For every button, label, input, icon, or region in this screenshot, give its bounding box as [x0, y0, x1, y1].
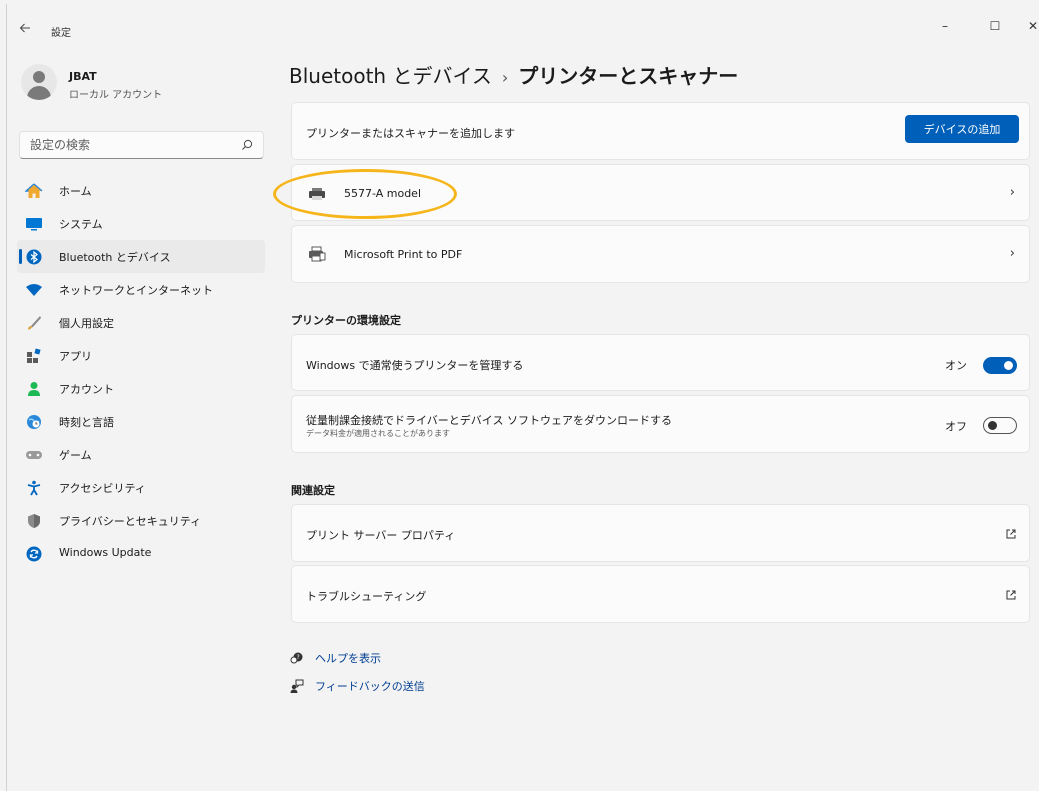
apps-icon [25, 347, 43, 365]
arrow-left-icon [19, 23, 30, 33]
device-name: Microsoft Print to PDF [344, 248, 463, 261]
breadcrumb-parent[interactable]: Bluetooth とデバイス [289, 64, 492, 88]
close-button[interactable]: ✕ [1021, 16, 1039, 36]
section-title-printer-settings: プリンターの環境設定 [291, 314, 401, 327]
controller-icon [25, 446, 43, 464]
app-title: 設定 [51, 28, 71, 39]
sidebar-item-label: 時刻と言語 [59, 416, 114, 429]
maximize-button[interactable]: ☐ [983, 16, 1007, 36]
sidebar-item-windows-update[interactable]: Windows Update [17, 537, 265, 570]
external-link-icon [1006, 529, 1016, 539]
setting-label: 従量制課金接続でドライバーとデバイス ソフトウェアをダウンロードする [306, 414, 672, 427]
search-input[interactable] [30, 138, 230, 152]
accessibility-icon [25, 479, 43, 497]
title-bar: 設定 – ☐ ✕ [7, 4, 1039, 44]
sidebar-nav: ホーム システム Bluetooth とデバイス ネットワークとインターネット [17, 174, 265, 570]
wifi-icon [25, 281, 43, 299]
help-link[interactable]: ? ヘルプを表示 [289, 650, 381, 666]
search-icon [242, 139, 253, 150]
sidebar-item-label: プライバシーとセキュリティ [59, 515, 202, 528]
related-item-troubleshooting[interactable]: トラブルシューティング [291, 565, 1030, 623]
system-icon [25, 215, 43, 233]
sidebar-item-apps[interactable]: アプリ [17, 339, 265, 372]
svg-text:?: ? [297, 654, 300, 661]
sidebar-item-label: システム [59, 218, 103, 231]
chevron-right-icon: › [1009, 246, 1015, 261]
avatar [21, 64, 57, 100]
related-label: トラブルシューティング [306, 590, 427, 603]
shield-icon [25, 512, 43, 530]
metered-download-toggle[interactable] [983, 417, 1017, 434]
sidebar-item-gaming[interactable]: ゲーム [17, 438, 265, 471]
home-icon [25, 182, 43, 200]
sidebar-item-label: アプリ [59, 350, 92, 363]
setting-description: データ料金が適用されることがあります [306, 429, 450, 438]
default-printer-toggle[interactable] [983, 357, 1017, 374]
feedback-link[interactable]: フィードバックの送信 [289, 678, 425, 694]
sidebar-item-personalization[interactable]: 個人用設定 [17, 306, 265, 339]
sidebar-item-system[interactable]: システム [17, 207, 265, 240]
sidebar-item-accessibility[interactable]: アクセシビリティ [17, 471, 265, 504]
help-link-label: ヘルプを表示 [315, 652, 381, 665]
add-printer-label: プリンターまたはスキャナーを追加します [306, 127, 515, 140]
add-printer-card: プリンターまたはスキャナーを追加します デバイスの追加 [291, 102, 1030, 160]
sidebar-item-accounts[interactable]: アカウント [17, 372, 265, 405]
breadcrumb: Bluetooth とデバイス › プリンターとスキャナー [289, 60, 738, 89]
sidebar-item-privacy[interactable]: プライバシーとセキュリティ [17, 504, 265, 537]
profile-account-type: ローカル アカウント [69, 90, 163, 101]
setting-label: Windows で通常使うプリンターを管理する [306, 359, 524, 372]
toggle-state-label: オン [945, 359, 967, 372]
sidebar-item-time-language[interactable]: 時刻と言語 [17, 405, 265, 438]
highlight-annotation [273, 169, 457, 219]
active-indicator [19, 249, 22, 264]
help-icon: ? [289, 651, 305, 665]
sidebar-item-network[interactable]: ネットワークとインターネット [17, 273, 265, 306]
feedback-icon [289, 679, 305, 693]
sidebar-item-label: ゲーム [59, 449, 92, 462]
profile-name: JBAT [69, 70, 97, 83]
sidebar-item-label: アカウント [59, 383, 114, 396]
search-box[interactable] [19, 131, 264, 159]
bluetooth-icon [25, 248, 43, 266]
add-device-button[interactable]: デバイスの追加 [905, 115, 1019, 143]
setting-default-printer: Windows で通常使うプリンターを管理する オン [291, 334, 1030, 391]
sidebar-item-label: アクセシビリティ [59, 482, 146, 495]
minimize-button[interactable]: – [933, 16, 957, 36]
brush-icon [25, 314, 43, 332]
sidebar-item-label: ホーム [59, 185, 92, 198]
printer-icon [309, 246, 326, 262]
sidebar-item-label: Windows Update [59, 546, 152, 559]
sidebar-item-label: ネットワークとインターネット [59, 284, 213, 297]
section-title-related: 関連設定 [291, 484, 335, 497]
update-icon [25, 545, 43, 563]
page-title: プリンターとスキャナー [518, 64, 739, 88]
back-button[interactable] [17, 22, 33, 38]
device-item-microsoft-print-to-pdf[interactable]: Microsoft Print to PDF › [291, 225, 1030, 283]
sidebar-item-label: 個人用設定 [59, 317, 114, 330]
setting-metered-download: 従量制課金接続でドライバーとデバイス ソフトウェアをダウンロードする データ料金… [291, 395, 1030, 453]
breadcrumb-separator: › [501, 68, 509, 87]
external-link-icon [1006, 590, 1016, 600]
person-icon [25, 380, 43, 398]
sidebar-item-home[interactable]: ホーム [17, 174, 265, 207]
toggle-state-label: オフ [945, 420, 967, 433]
related-label: プリント サーバー プロパティ [306, 529, 456, 542]
feedback-link-label: フィードバックの送信 [315, 680, 425, 693]
chevron-right-icon: › [1009, 185, 1015, 200]
settings-window: 設定 – ☐ ✕ JBAT ローカル アカウント ホーム システム [6, 4, 1039, 791]
sidebar-item-label: Bluetooth とデバイス [59, 251, 171, 264]
sidebar-item-bluetooth[interactable]: Bluetooth とデバイス [17, 240, 265, 273]
globe-clock-icon [25, 413, 43, 431]
related-item-print-server-properties[interactable]: プリント サーバー プロパティ [291, 504, 1030, 562]
